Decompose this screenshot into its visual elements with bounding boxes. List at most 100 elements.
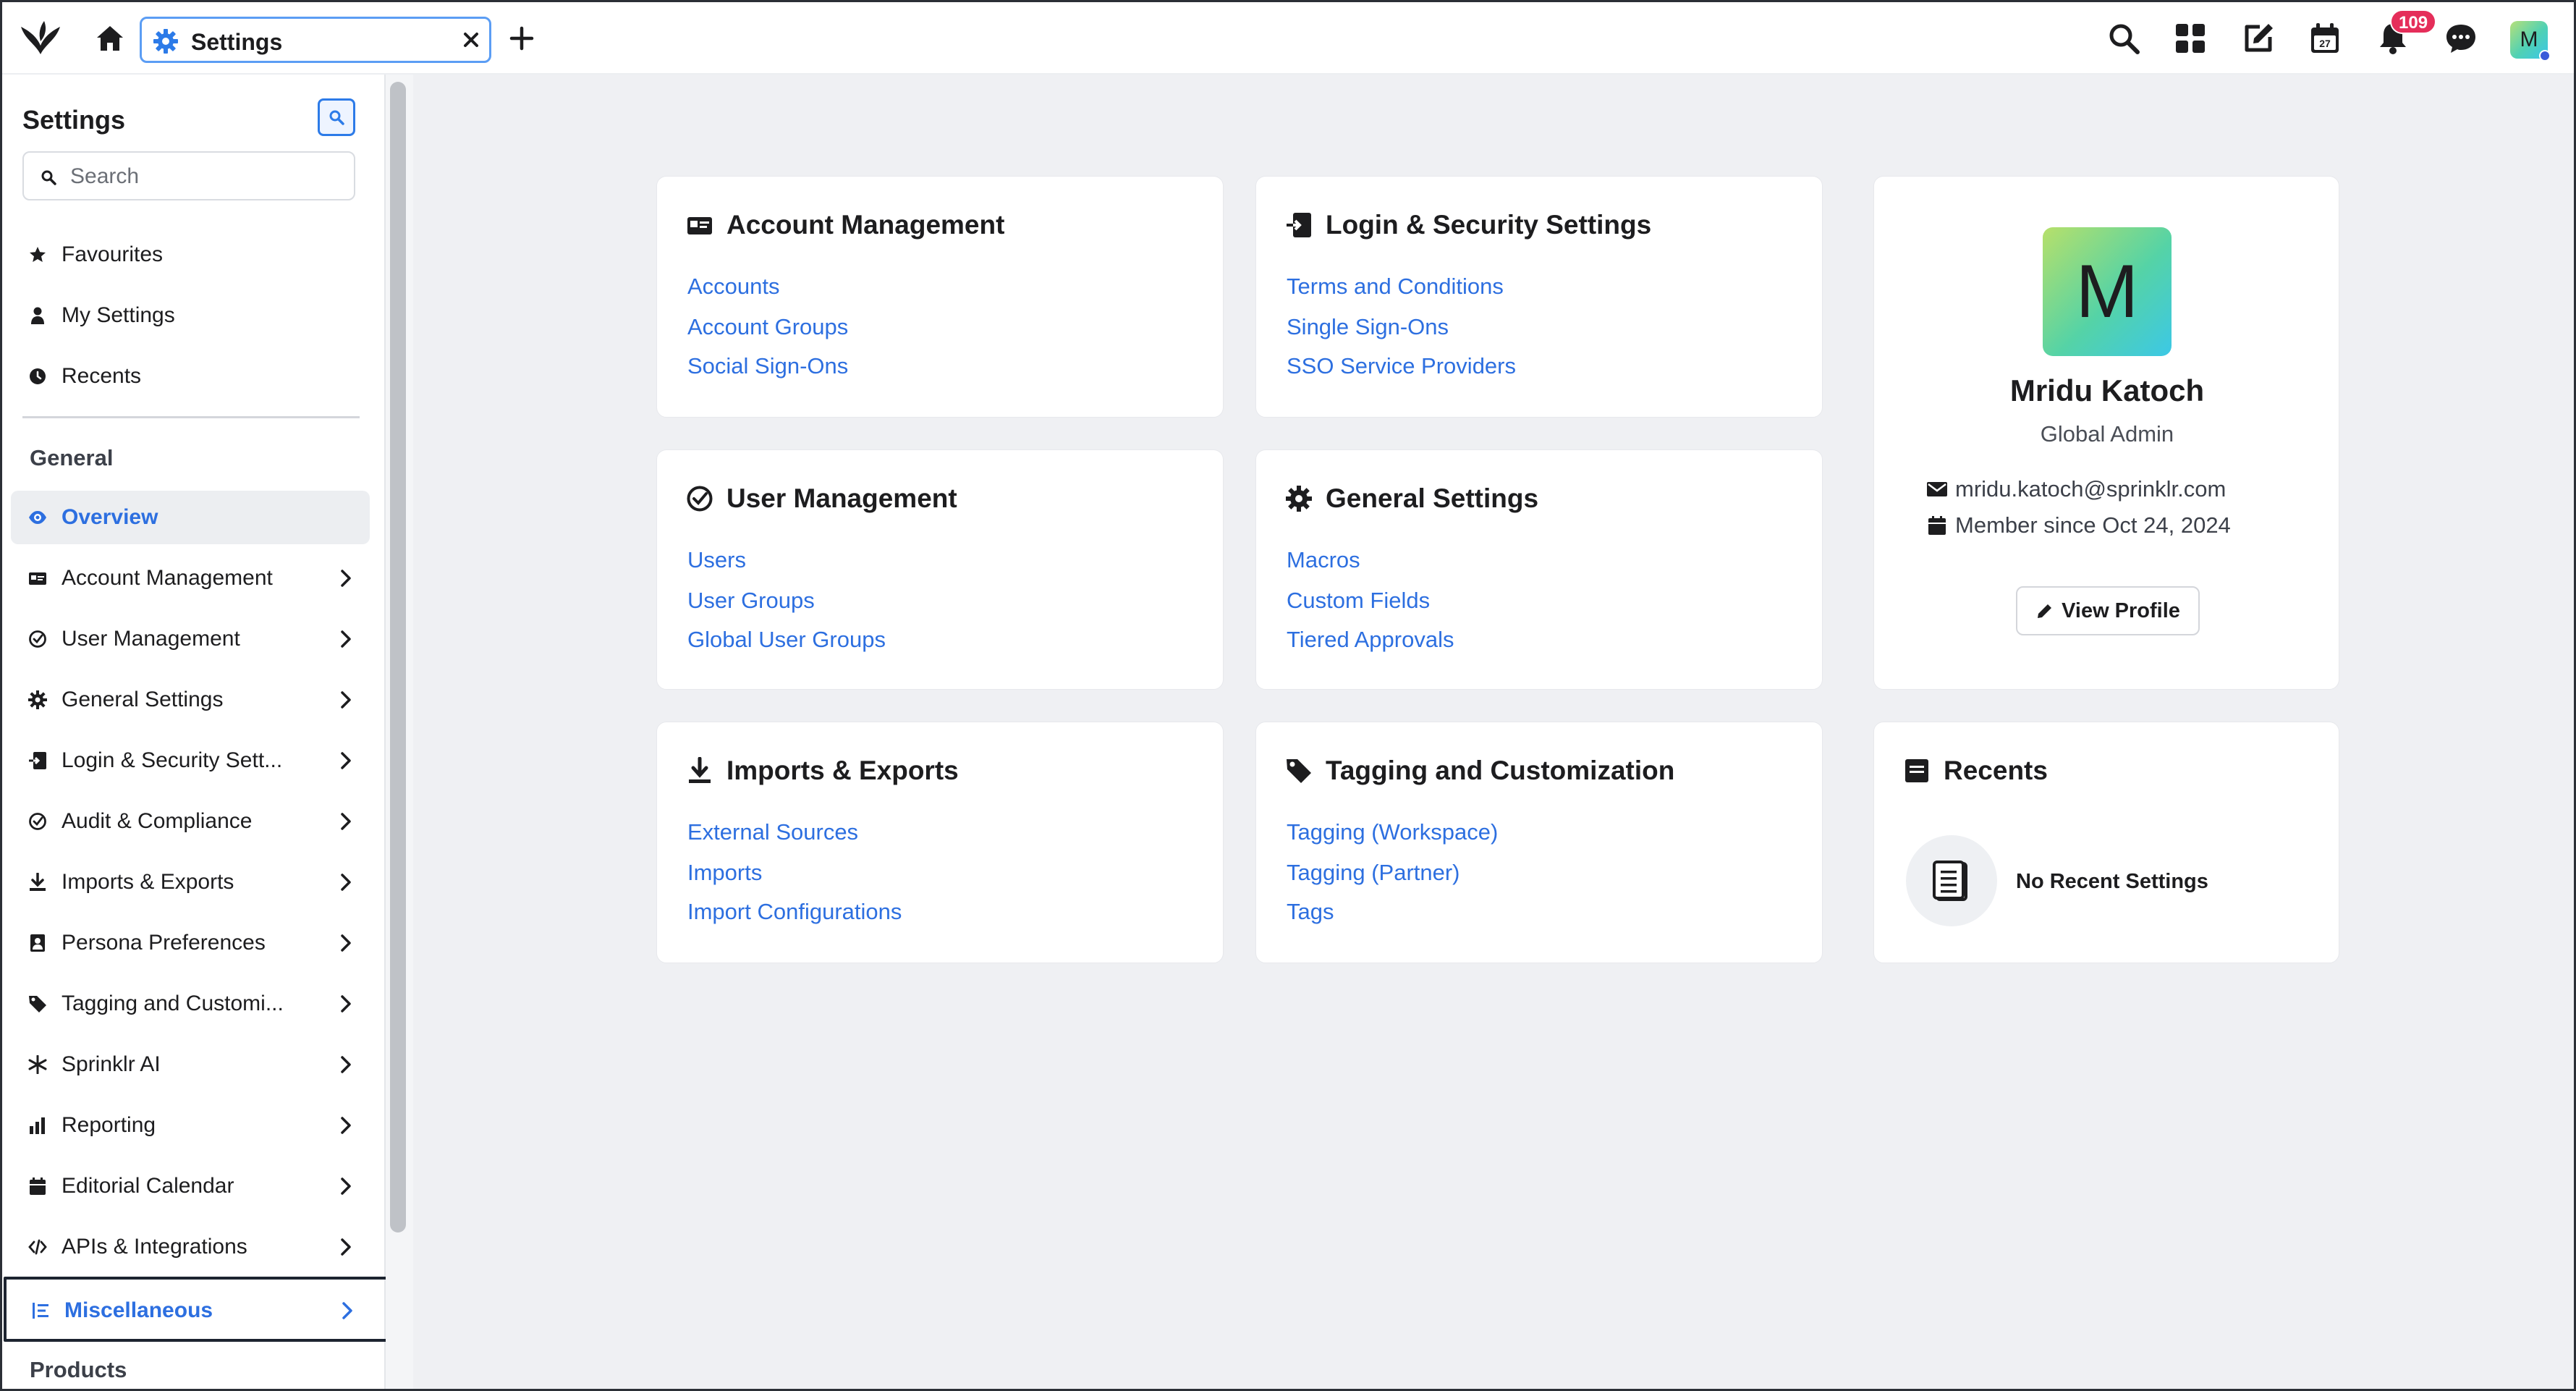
sprinklr-logo-icon[interactable] — [18, 18, 63, 59]
link-custom-fields[interactable]: Custom Fields — [1287, 588, 1430, 614]
link-tagging-workspace[interactable]: Tagging (Workspace) — [1287, 819, 1498, 845]
sidebar-item-account-management[interactable]: Account Management — [11, 551, 370, 605]
calendar-icon — [1928, 516, 1946, 535]
search-icon[interactable] — [2106, 21, 2141, 56]
link-tiered-approvals[interactable]: Tiered Approvals — [1287, 627, 1454, 653]
profile-name: Mridu Katoch — [2009, 373, 2205, 407]
sidebar-item-label: Tagging and Customi... — [62, 992, 284, 1015]
sidebar-item-label: APIs & Integrations — [62, 1235, 247, 1259]
sidebar-item-label: User Management — [62, 627, 240, 651]
gear-icon — [1286, 486, 1312, 512]
link-tags[interactable]: Tags — [1287, 899, 1334, 925]
sidebar-section-products: Products — [30, 1357, 127, 1382]
list-icon — [33, 1303, 48, 1319]
link-import-configurations[interactable]: Import Configurations — [687, 899, 902, 925]
person-icon — [31, 307, 44, 324]
sidebar-item-persona-preferences[interactable]: Persona Preferences — [11, 916, 370, 970]
chevron-right-icon — [341, 995, 351, 1012]
chevron-right-icon — [341, 1178, 351, 1195]
card-title: Recents — [1944, 756, 2048, 785]
sidebar-item-miscellaneous[interactable]: Miscellaneous — [4, 1277, 389, 1342]
home-icon[interactable] — [95, 24, 125, 53]
link-tagging-partner[interactable]: Tagging (Partner) — [1287, 860, 1460, 886]
bar-chart-icon — [30, 1117, 45, 1134]
sidebar-item-label: My Settings — [62, 303, 175, 327]
empty-recents-text: No Recent Settings — [2016, 870, 2208, 893]
card-title: General Settings — [1326, 483, 1539, 513]
avatar-letter: M — [2520, 28, 2538, 51]
empty-recents-illustration — [1906, 835, 1997, 926]
chat-icon[interactable] — [2444, 21, 2478, 56]
id-card-icon — [687, 217, 712, 234]
sidebar-item-user-management[interactable]: User Management — [11, 612, 370, 666]
sidebar-item-reporting[interactable]: Reporting — [11, 1099, 370, 1152]
chevron-right-icon — [341, 1238, 351, 1256]
clock-icon — [30, 368, 46, 384]
sidebar-item-recents[interactable]: Recents — [11, 350, 370, 403]
card-account-management: Account Management Accounts Account Grou… — [656, 176, 1224, 418]
sidebar-item-general-settings[interactable]: General Settings — [11, 673, 370, 727]
sidebar-item-label: Account Management — [62, 566, 273, 590]
persona-icon — [30, 934, 45, 952]
apps-grid-icon[interactable] — [2173, 21, 2208, 56]
add-tab-icon[interactable] — [509, 25, 535, 51]
card-imports-exports: Imports & Exports External Sources Impor… — [656, 722, 1224, 963]
user-avatar[interactable]: M — [2510, 21, 2551, 62]
link-users[interactable]: Users — [687, 547, 746, 573]
sidebar-item-imports-exports[interactable]: Imports & Exports — [11, 855, 370, 909]
calendar-icon[interactable]: 27 — [2308, 21, 2342, 56]
calendar-icon — [30, 1178, 46, 1195]
close-icon[interactable] — [460, 29, 482, 51]
check-circle-icon — [29, 813, 46, 830]
sidebar-item-apis-integrations[interactable]: APIs & Integrations — [11, 1220, 370, 1274]
sidebar-item-label: Overview — [62, 505, 158, 529]
sidebar-section-general: General — [30, 445, 114, 470]
chevron-right-icon — [341, 691, 351, 709]
tab-title: Settings — [191, 29, 283, 55]
search-icon — [41, 170, 56, 185]
profile-member-since: Member since Oct 24, 2024 — [1955, 512, 2231, 538]
link-sso-service-providers[interactable]: SSO Service Providers — [1287, 353, 1516, 379]
link-imports[interactable]: Imports — [687, 860, 762, 886]
link-accounts[interactable]: Accounts — [687, 274, 780, 300]
tab-settings[interactable]: Settings — [140, 17, 491, 63]
card-general-settings: General Settings Macros Custom Fields Ti… — [1255, 449, 1823, 690]
sidebar-item-label: Miscellaneous — [64, 1298, 213, 1322]
check-circle-icon — [687, 486, 713, 512]
eye-icon — [29, 511, 46, 524]
tag-icon — [29, 996, 46, 1012]
id-card-icon — [29, 572, 46, 585]
chevron-right-icon — [341, 934, 351, 952]
notification-badge: 109 — [2390, 9, 2437, 34]
link-macros[interactable]: Macros — [1287, 547, 1360, 573]
search-icon — [329, 110, 344, 125]
sidebar-item-editorial-calendar[interactable]: Editorial Calendar — [11, 1159, 370, 1213]
compose-icon[interactable] — [2241, 21, 2276, 56]
recents-list-icon — [1905, 759, 1928, 782]
view-profile-button[interactable]: View Profile — [2016, 586, 2200, 635]
card-title: Account Management — [726, 210, 1005, 240]
link-social-sign-ons[interactable]: Social Sign-Ons — [687, 353, 848, 379]
sidebar-item-my-settings[interactable]: My Settings — [11, 289, 370, 342]
sidebar-scrollbar-thumb[interactable] — [390, 82, 406, 1233]
sidebar-item-login-security[interactable]: Login & Security Sett... — [11, 734, 370, 787]
sidebar-item-sprinklr-ai[interactable]: Sprinklr AI — [11, 1038, 370, 1091]
link-global-user-groups[interactable]: Global User Groups — [687, 627, 886, 653]
sidebar-item-audit-compliance[interactable]: Audit & Compliance — [11, 795, 370, 848]
sidebar-item-label: Editorial Calendar — [62, 1174, 234, 1198]
sidebar-item-overview[interactable]: Overview — [11, 491, 370, 544]
sidebar-item-label: Imports & Exports — [62, 870, 234, 894]
link-user-groups[interactable]: User Groups — [687, 588, 815, 614]
sidebar-search-input[interactable] — [70, 160, 345, 193]
card-title: User Management — [726, 483, 957, 513]
link-external-sources[interactable]: External Sources — [687, 819, 858, 845]
chevron-right-icon — [342, 1302, 352, 1319]
link-account-groups[interactable]: Account Groups — [687, 314, 848, 340]
view-profile-label: View Profile — [2062, 599, 2180, 622]
sidebar-search-toggle-button[interactable] — [318, 98, 355, 136]
link-terms-and-conditions[interactable]: Terms and Conditions — [1287, 274, 1504, 300]
sidebar-item-tagging-customization[interactable]: Tagging and Customi... — [11, 977, 370, 1031]
profile-email: mridu.katoch@sprinklr.com — [1955, 476, 2227, 502]
link-single-sign-ons[interactable]: Single Sign-Ons — [1287, 314, 1449, 340]
sidebar-item-favourites[interactable]: Favourites — [11, 228, 370, 282]
